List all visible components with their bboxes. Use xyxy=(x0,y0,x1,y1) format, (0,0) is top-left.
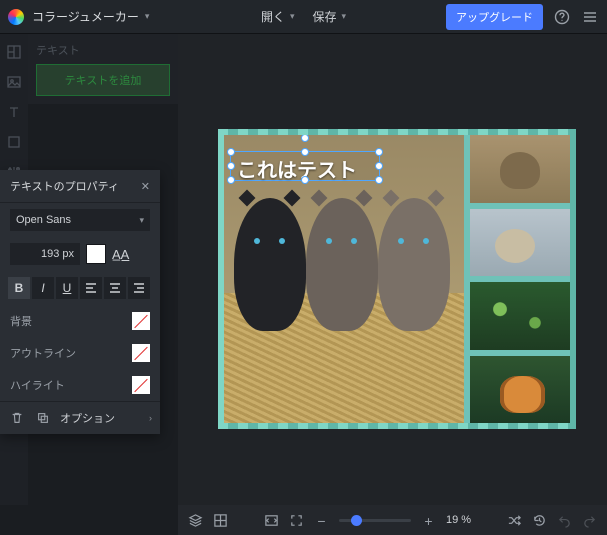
text-properties-panel: テキストのプロパティ ✕ Open Sans ▾ A̲A B I U 背景 アウ… xyxy=(0,170,160,434)
bottom-bar: − + 19 % xyxy=(178,505,607,535)
resize-handle-se[interactable] xyxy=(375,176,383,184)
delete-icon[interactable] xyxy=(8,409,26,427)
zoom-out-button[interactable]: − xyxy=(314,513,329,528)
outline-label: アウトライン xyxy=(10,345,76,361)
align-right-button[interactable] xyxy=(128,277,150,299)
options-button[interactable]: オプション xyxy=(60,410,115,426)
rail-text-icon[interactable] xyxy=(6,104,22,120)
align-center-button[interactable] xyxy=(104,277,126,299)
background-color-row: 背景 xyxy=(0,305,160,337)
upgrade-button[interactable]: アップグレード xyxy=(446,4,543,30)
highlight-label: ハイライト xyxy=(10,377,65,393)
text-selection-box[interactable]: これはテスト xyxy=(230,151,380,181)
rotate-handle[interactable] xyxy=(301,135,309,142)
shuffle-icon[interactable] xyxy=(507,513,522,528)
align-left-button[interactable] xyxy=(80,277,102,299)
outline-color-swatch[interactable] xyxy=(132,344,150,362)
chevron-right-icon[interactable]: › xyxy=(149,413,152,423)
collage-cell-1[interactable] xyxy=(470,135,570,203)
close-icon[interactable]: ✕ xyxy=(141,180,150,193)
text-case-button[interactable]: A̲A xyxy=(112,247,129,262)
top-bar: コラージュメーカー ▾ 開く ▾ 保存 ▾ アップグレード xyxy=(0,0,607,34)
rail-shape-icon[interactable] xyxy=(6,134,22,150)
underline-button[interactable]: U xyxy=(56,277,78,299)
resize-handle-e[interactable] xyxy=(375,162,383,170)
duplicate-icon[interactable] xyxy=(34,409,52,427)
zoom-value[interactable]: 19 % xyxy=(446,514,471,526)
collage-frame[interactable]: これはテスト xyxy=(218,129,576,429)
resize-handle-ne[interactable] xyxy=(375,148,383,156)
fullscreen-icon[interactable] xyxy=(289,513,304,528)
font-size-input[interactable] xyxy=(10,243,80,265)
collage-cell-2[interactable] xyxy=(470,209,570,277)
collage-cell-3[interactable] xyxy=(470,282,570,350)
help-icon[interactable] xyxy=(553,8,571,26)
menu-save-label: 保存 xyxy=(313,8,337,25)
menu-save[interactable]: 保存 ▾ xyxy=(313,8,347,25)
text-panel: テキスト テキストを追加 xyxy=(28,34,178,104)
font-family-select[interactable]: Open Sans ▾ xyxy=(10,209,150,231)
collage-cell-4[interactable] xyxy=(470,356,570,424)
undo-icon[interactable] xyxy=(557,513,572,528)
hamburger-menu-icon[interactable] xyxy=(581,8,599,26)
app-title[interactable]: コラージュメーカー xyxy=(32,8,139,25)
zoom-in-button[interactable]: + xyxy=(421,513,436,528)
grid-icon[interactable] xyxy=(213,513,228,528)
chevron-down-icon: ▾ xyxy=(139,215,144,226)
background-color-swatch[interactable] xyxy=(132,312,150,330)
font-family-value: Open Sans xyxy=(16,214,71,226)
collage-main-cell[interactable]: これはテスト xyxy=(224,135,464,423)
canvas-area[interactable]: これはテスト xyxy=(178,34,607,505)
zoom-slider[interactable] xyxy=(339,519,411,522)
history-icon[interactable] xyxy=(532,513,547,528)
resize-handle-w[interactable] xyxy=(227,162,235,170)
rail-image-icon[interactable] xyxy=(6,74,22,90)
fit-screen-icon[interactable] xyxy=(264,513,279,528)
add-text-button[interactable]: テキストを追加 xyxy=(36,64,170,96)
editable-text[interactable]: これはテスト xyxy=(237,154,357,183)
layers-icon[interactable] xyxy=(188,513,203,528)
resize-handle-nw[interactable] xyxy=(227,148,235,156)
bold-button[interactable]: B xyxy=(8,277,30,299)
highlight-color-row: ハイライト xyxy=(0,369,160,401)
properties-title: テキストのプロパティ xyxy=(10,178,119,194)
resize-handle-sw[interactable] xyxy=(227,176,235,184)
highlight-color-swatch[interactable] xyxy=(132,376,150,394)
chevron-down-icon[interactable]: ▾ xyxy=(145,11,150,22)
italic-button[interactable]: I xyxy=(32,277,54,299)
chevron-down-icon: ▾ xyxy=(290,11,295,22)
zoom-slider-thumb[interactable] xyxy=(351,515,362,526)
resize-handle-n[interactable] xyxy=(301,148,309,156)
menu-open-label: 開く xyxy=(261,8,285,25)
redo-icon[interactable] xyxy=(582,513,597,528)
outline-color-row: アウトライン xyxy=(0,337,160,369)
background-label: 背景 xyxy=(10,313,32,329)
app-logo-icon xyxy=(8,9,24,25)
resize-handle-s[interactable] xyxy=(301,176,309,184)
text-color-swatch[interactable] xyxy=(86,244,106,264)
text-panel-title: テキスト xyxy=(36,42,170,58)
menu-open[interactable]: 開く ▾ xyxy=(261,8,295,25)
chevron-down-icon: ▾ xyxy=(342,11,347,22)
rail-layout-icon[interactable] xyxy=(6,44,22,60)
text-style-row: B I U xyxy=(0,271,160,305)
